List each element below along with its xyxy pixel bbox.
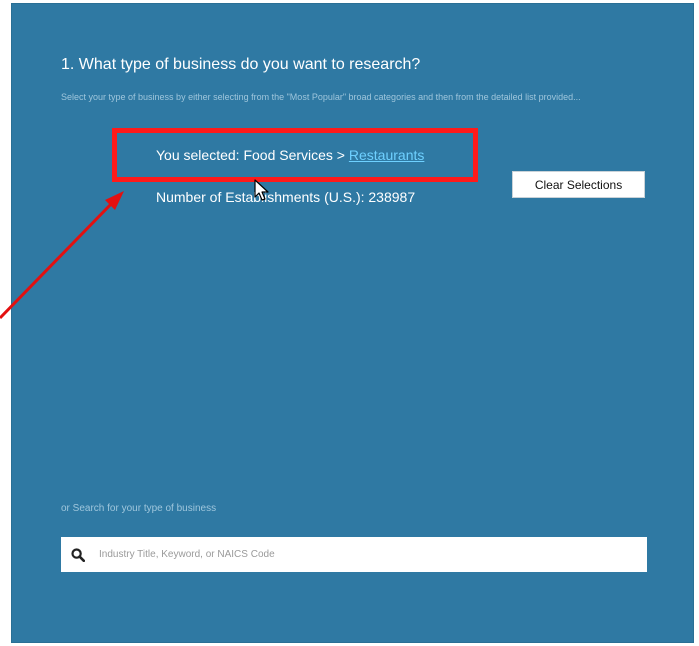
search-label: or Search for your type of business — [61, 503, 217, 514]
establishments-count: Number of Establishments (U.S.): 238987 — [156, 189, 416, 205]
annotation-arrow-icon — [0, 191, 124, 320]
search-icon — [71, 547, 85, 562]
search-box[interactable] — [61, 537, 647, 572]
mouse-cursor-icon — [254, 179, 269, 201]
annotation-highlight-box — [112, 128, 478, 182]
instructions-text: Select your type of business by either s… — [61, 92, 581, 102]
clear-selections-button[interactable]: Clear Selections — [512, 171, 645, 198]
search-input[interactable] — [97, 538, 647, 571]
